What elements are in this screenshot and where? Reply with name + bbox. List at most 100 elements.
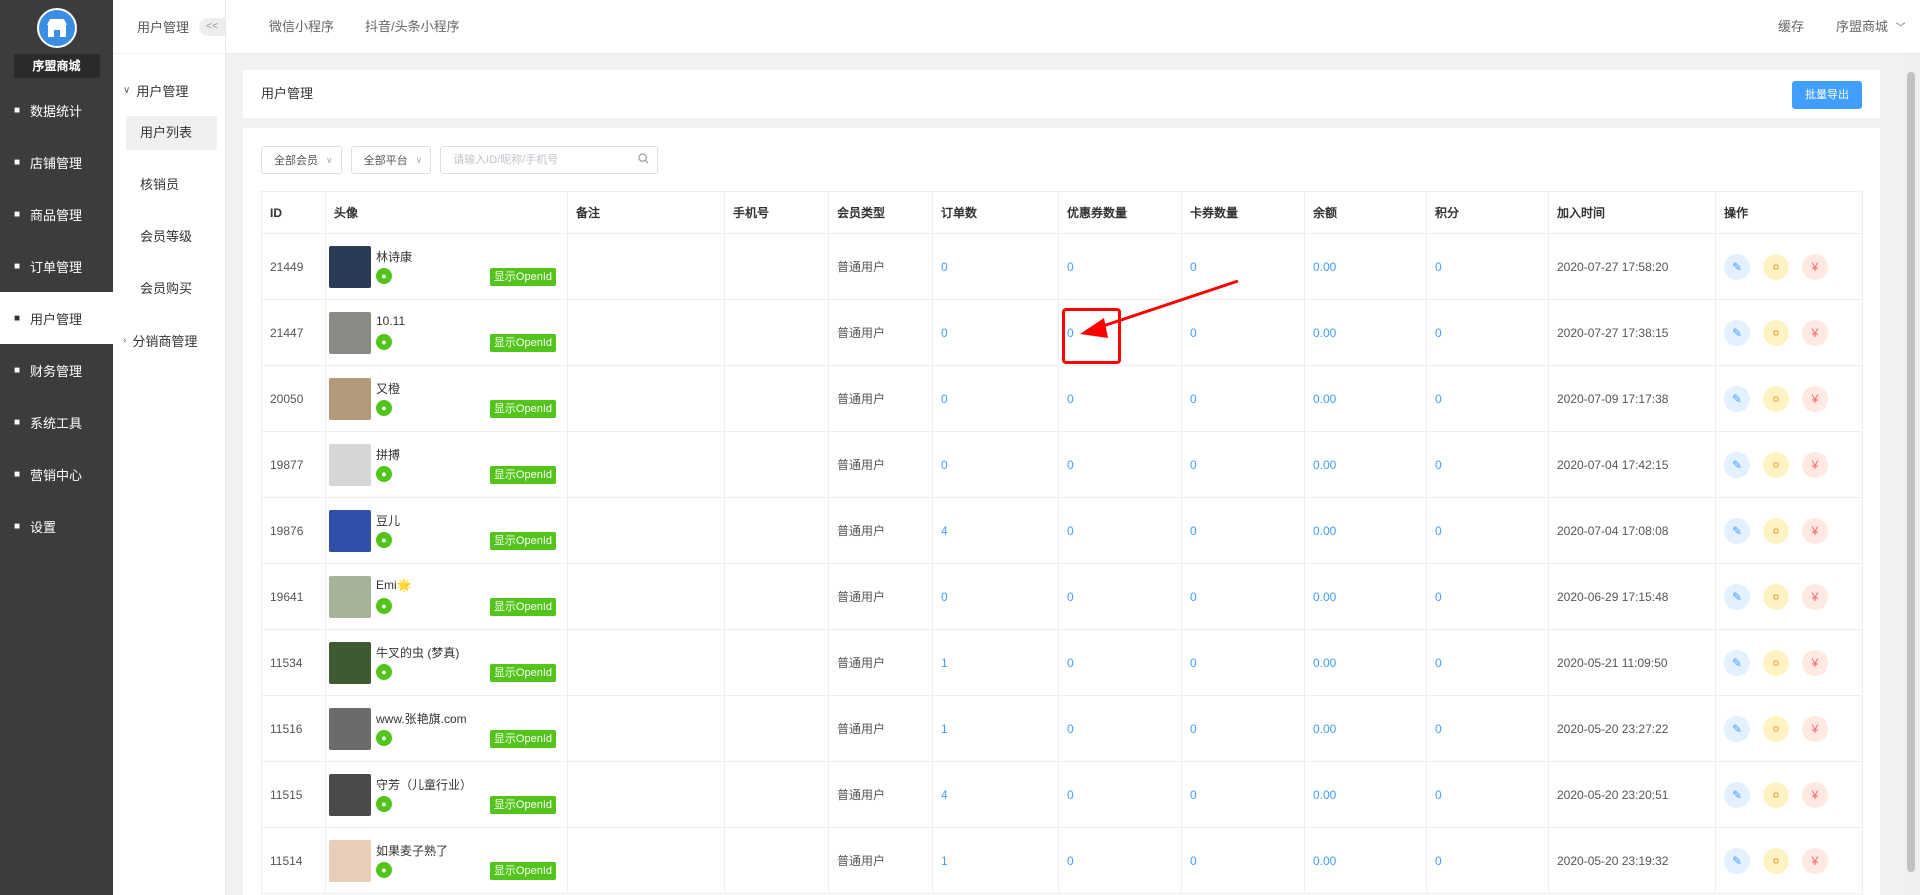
cell-coupon-count[interactable]: 0 bbox=[1058, 431, 1182, 498]
tab-douyin-mini-program[interactable]: 抖音/头条小程序 bbox=[365, 0, 460, 54]
cell-points[interactable]: 0 bbox=[1426, 497, 1549, 564]
cell-points[interactable]: 0 bbox=[1426, 827, 1549, 894]
subnav-item-user-list[interactable]: 用户列表 bbox=[126, 116, 217, 150]
cell-balance[interactable]: 0.00 bbox=[1304, 233, 1427, 300]
cell-order-count[interactable]: 4 bbox=[932, 761, 1059, 828]
coin-icon[interactable]: ¤ bbox=[1763, 583, 1789, 610]
subnav-item-member-purchase[interactable]: 会员购买 bbox=[126, 272, 217, 306]
show-openid-button[interactable]: 显示OpenId bbox=[489, 532, 556, 550]
coin-icon[interactable]: ¤ bbox=[1763, 781, 1789, 808]
cell-balance[interactable]: 0.00 bbox=[1304, 695, 1427, 762]
search-icon[interactable] bbox=[638, 153, 649, 167]
show-openid-button[interactable]: 显示OpenId bbox=[489, 730, 556, 748]
cell-points[interactable]: 0 bbox=[1426, 299, 1549, 366]
cache-button[interactable]: 缓存 bbox=[1778, 0, 1804, 54]
platform-filter-select[interactable]: 全部平台 ∨ bbox=[350, 146, 432, 174]
coin-icon[interactable]: ¤ bbox=[1763, 451, 1789, 478]
cell-balance[interactable]: 0.00 bbox=[1304, 431, 1427, 498]
coin-icon[interactable]: ¤ bbox=[1763, 847, 1789, 874]
edit-icon[interactable]: ✎ bbox=[1724, 253, 1750, 280]
cell-points[interactable]: 0 bbox=[1426, 563, 1549, 630]
sidebar-item-0[interactable]: ■ 数据统计 bbox=[0, 84, 113, 136]
cell-coupon-count[interactable]: 0 bbox=[1058, 629, 1182, 696]
cell-balance[interactable]: 0.00 bbox=[1304, 299, 1427, 366]
cell-coupon-count[interactable]: 0 bbox=[1058, 563, 1182, 630]
cell-card-count[interactable]: 0 bbox=[1181, 629, 1305, 696]
subnav-item-verifier[interactable]: 核销员 bbox=[126, 168, 217, 202]
cell-coupon-count[interactable]: 0 bbox=[1058, 761, 1182, 828]
subnav-item-member-level[interactable]: 会员等级 bbox=[126, 220, 217, 254]
cell-points[interactable]: 0 bbox=[1426, 761, 1549, 828]
cell-order-count[interactable]: 0 bbox=[932, 233, 1059, 300]
cell-balance[interactable]: 0.00 bbox=[1304, 563, 1427, 630]
money-bag-icon[interactable]: ¥ bbox=[1802, 253, 1828, 280]
cell-card-count[interactable]: 0 bbox=[1181, 233, 1305, 300]
cell-order-count[interactable]: 0 bbox=[932, 299, 1059, 366]
coin-icon[interactable]: ¤ bbox=[1763, 649, 1789, 676]
cell-coupon-count[interactable]: 0 bbox=[1058, 497, 1182, 564]
cell-coupon-count[interactable]: 0 bbox=[1058, 827, 1182, 894]
money-bag-icon[interactable]: ¥ bbox=[1802, 583, 1828, 610]
cell-card-count[interactable]: 0 bbox=[1181, 365, 1305, 432]
cell-card-count[interactable]: 0 bbox=[1181, 827, 1305, 894]
money-bag-icon[interactable]: ¥ bbox=[1802, 781, 1828, 808]
show-openid-button[interactable]: 显示OpenId bbox=[489, 400, 556, 418]
cell-points[interactable]: 0 bbox=[1426, 233, 1549, 300]
money-bag-icon[interactable]: ¥ bbox=[1802, 715, 1828, 742]
cell-points[interactable]: 0 bbox=[1426, 695, 1549, 762]
show-openid-button[interactable]: 显示OpenId bbox=[489, 796, 556, 814]
sidebar-item-8[interactable]: ■ 设置 bbox=[0, 500, 113, 552]
cell-points[interactable]: 0 bbox=[1426, 365, 1549, 432]
cell-card-count[interactable]: 0 bbox=[1181, 761, 1305, 828]
show-openid-button[interactable]: 显示OpenId bbox=[489, 466, 556, 484]
money-bag-icon[interactable]: ¥ bbox=[1802, 319, 1828, 346]
show-openid-button[interactable]: 显示OpenId bbox=[489, 862, 556, 880]
cell-balance[interactable]: 0.00 bbox=[1304, 497, 1427, 564]
edit-icon[interactable]: ✎ bbox=[1724, 781, 1750, 808]
coin-icon[interactable]: ¤ bbox=[1763, 319, 1789, 346]
money-bag-icon[interactable]: ¥ bbox=[1802, 517, 1828, 544]
edit-icon[interactable]: ✎ bbox=[1724, 583, 1750, 610]
store-logo-icon[interactable] bbox=[36, 8, 77, 48]
coin-icon[interactable]: ¤ bbox=[1763, 253, 1789, 280]
coin-icon[interactable]: ¤ bbox=[1763, 517, 1789, 544]
member-filter-select[interactable]: 全部会员 ∨ bbox=[261, 146, 342, 174]
cell-order-count[interactable]: 1 bbox=[932, 827, 1059, 894]
batch-export-button[interactable]: 批量导出 bbox=[1792, 81, 1862, 109]
cell-card-count[interactable]: 0 bbox=[1181, 695, 1305, 762]
sidebar-item-6[interactable]: ■ 系统工具 bbox=[0, 396, 113, 448]
coin-icon[interactable]: ¤ bbox=[1763, 385, 1789, 412]
subnav-group-distributor[interactable]: › 分销商管理 bbox=[113, 314, 225, 366]
money-bag-icon[interactable]: ¥ bbox=[1802, 385, 1828, 412]
account-menu[interactable]: 序盟商城 ﹀ bbox=[1836, 0, 1906, 54]
cell-order-count[interactable]: 0 bbox=[932, 431, 1059, 498]
cell-order-count[interactable]: 1 bbox=[932, 695, 1059, 762]
collapse-sidebar-button[interactable]: << bbox=[199, 18, 225, 36]
cell-card-count[interactable]: 0 bbox=[1181, 299, 1305, 366]
money-bag-icon[interactable]: ¥ bbox=[1802, 649, 1828, 676]
cell-order-count[interactable]: 0 bbox=[932, 563, 1059, 630]
edit-icon[interactable]: ✎ bbox=[1724, 649, 1750, 676]
search-input[interactable] bbox=[453, 154, 634, 166]
edit-icon[interactable]: ✎ bbox=[1724, 517, 1750, 544]
cell-points[interactable]: 0 bbox=[1426, 629, 1549, 696]
sidebar-item-4[interactable]: ■ 用户管理 bbox=[0, 292, 113, 344]
edit-icon[interactable]: ✎ bbox=[1724, 385, 1750, 412]
sidebar-item-1[interactable]: ■ 店铺管理 bbox=[0, 136, 113, 188]
cell-card-count[interactable]: 0 bbox=[1181, 497, 1305, 564]
cell-coupon-count[interactable]: 0 bbox=[1058, 365, 1182, 432]
sidebar-item-2[interactable]: ■ 商品管理 bbox=[0, 188, 113, 240]
coin-icon[interactable]: ¤ bbox=[1763, 715, 1789, 742]
edit-icon[interactable]: ✎ bbox=[1724, 451, 1750, 478]
money-bag-icon[interactable]: ¥ bbox=[1802, 847, 1828, 874]
cell-order-count[interactable]: 1 bbox=[932, 629, 1059, 696]
show-openid-button[interactable]: 显示OpenId bbox=[489, 598, 556, 616]
money-bag-icon[interactable]: ¥ bbox=[1802, 451, 1828, 478]
cell-order-count[interactable]: 0 bbox=[932, 365, 1059, 432]
cell-balance[interactable]: 0.00 bbox=[1304, 365, 1427, 432]
edit-icon[interactable]: ✎ bbox=[1724, 319, 1750, 346]
show-openid-button[interactable]: 显示OpenId bbox=[489, 334, 556, 352]
cell-balance[interactable]: 0.00 bbox=[1304, 761, 1427, 828]
cell-order-count[interactable]: 4 bbox=[932, 497, 1059, 564]
cell-coupon-count[interactable]: 0 bbox=[1058, 695, 1182, 762]
